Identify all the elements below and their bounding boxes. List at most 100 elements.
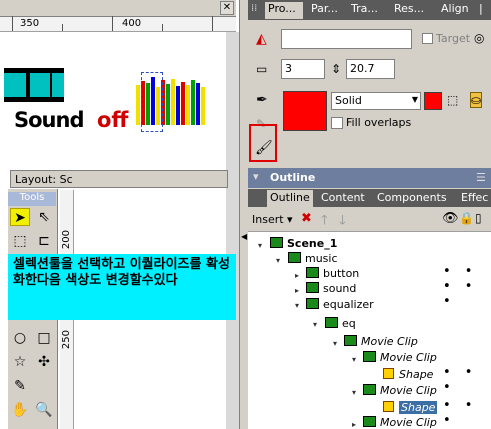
target-icon[interactable]: ◎	[474, 31, 484, 45]
tree-node-label: Movie Clip	[380, 416, 437, 429]
tab-effects[interactable]: Effec	[458, 190, 491, 207]
bucket-icon[interactable]: ⛀	[470, 92, 483, 108]
tab-components[interactable]: Components	[374, 190, 450, 207]
outline-toolbar: Insert ▾ ✖ 🡑 🡓 👁 🔒 ▯	[248, 208, 491, 232]
collapse-icon[interactable]: ▾	[313, 320, 317, 329]
tree-node-movieclip[interactable]: Movie Clip	[344, 335, 418, 348]
panel-divider[interactable]	[240, 0, 248, 429]
width-field[interactable]: 3	[281, 59, 325, 79]
width-icon: ▭	[256, 62, 268, 76]
tree-node-shape[interactable]: Shape	[383, 368, 433, 381]
fill-overlaps-label: Fill overlaps	[346, 116, 412, 129]
collapse-icon[interactable]: ▾	[295, 301, 299, 310]
tab-transform[interactable]: Tra...	[348, 2, 382, 19]
selection-tool-icon[interactable]: ➤	[10, 208, 30, 226]
tree-node-label: Shape	[399, 368, 434, 381]
properties-tabs: ⁞⁞ Pro... Par... Tra... Res... Align |	[248, 0, 491, 20]
tree-node-label: equalizer	[323, 298, 374, 311]
canvas-toolbar: ✕	[0, 0, 236, 17]
pen-icon[interactable]: ✒	[256, 92, 268, 108]
tree-node-label: Movie Clip	[380, 351, 437, 364]
tree-node-shape-selected[interactable]: Shape	[383, 401, 438, 414]
tree-node-label: Shape	[399, 401, 438, 414]
name-field[interactable]	[281, 29, 412, 49]
off-label: off	[97, 108, 129, 132]
collapse-icon[interactable]: ▾	[333, 339, 337, 348]
node-flags: • • •	[443, 398, 478, 428]
hand-tool-icon[interactable]: ✋	[10, 401, 30, 419]
close-icon[interactable]: ✕	[220, 1, 234, 15]
expand-icon[interactable]: ▸	[352, 420, 356, 429]
tab-content[interactable]: Content	[318, 190, 368, 207]
shape-icon: ◭	[256, 31, 267, 47]
tab-properties[interactable]: Pro...	[265, 2, 303, 19]
tree-node-label: button	[323, 267, 360, 280]
tree-node-equalizer[interactable]: equalizer	[306, 298, 374, 311]
expand-icon[interactable]: ▾	[253, 170, 259, 183]
layout-bar: Layout: Sc	[10, 170, 228, 188]
grip-icon: ⁞⁞	[251, 3, 258, 14]
move-up-icon[interactable]: 🡑	[321, 211, 328, 233]
collapse-icon[interactable]: ▾	[276, 256, 280, 265]
puzzle-tool-icon[interactable]: ✣	[34, 353, 54, 371]
rectangle-tool-icon[interactable]: □	[34, 329, 54, 347]
tab-outline[interactable]: Outline	[267, 190, 313, 207]
gradient-icon[interactable]: ⬚	[447, 93, 458, 107]
transform-tool-icon[interactable]: ⊏	[34, 232, 54, 250]
insert-button[interactable]: Insert ▾	[252, 213, 293, 226]
paint-bucket-icon[interactable]: 🖌	[255, 140, 273, 156]
star-tool-icon[interactable]: ☆	[10, 353, 30, 371]
fill-style-select[interactable]: Solid ▼	[331, 92, 421, 110]
tree-node-sound[interactable]: sound	[306, 282, 356, 295]
shape-icon	[383, 368, 394, 379]
marquee-tool-icon[interactable]: ⬚	[10, 232, 30, 250]
tree-node-label: sound	[323, 282, 357, 295]
fill-color-swatch[interactable]	[283, 91, 327, 131]
height-field[interactable]: 20.7	[346, 59, 395, 79]
eye-icon[interactable]: 👁	[442, 211, 459, 226]
expand-icon[interactable]: ▸	[295, 286, 299, 295]
tab-resources[interactable]: Res...	[391, 2, 429, 19]
expand-icon[interactable]: ▸	[295, 271, 299, 280]
delete-icon[interactable]: ✖	[301, 211, 312, 226]
tree-node-label: Scene_1	[287, 237, 338, 250]
shape-icon	[383, 401, 394, 412]
collapse-arrow-icon[interactable]: ◀	[241, 232, 247, 241]
tab-overflow[interactable]: |	[476, 2, 488, 19]
tree-node-scene[interactable]: Scene_1	[270, 237, 337, 250]
tree-node-music[interactable]: music	[288, 252, 338, 265]
color-swatch-button[interactable]	[424, 92, 442, 110]
tab-parameters[interactable]: Par...	[308, 2, 342, 19]
layer-icon	[306, 267, 319, 278]
tab-align[interactable]: Align	[438, 2, 474, 19]
pencil-tool-icon[interactable]: ✎	[10, 377, 30, 395]
node-flags: • • •	[443, 365, 478, 395]
outline-icon[interactable]: ▯	[475, 211, 482, 225]
tree-node-movieclip[interactable]: Movie Clip	[363, 351, 437, 364]
outline-header[interactable]: ▾ Outline ☰	[248, 168, 491, 188]
movieclip-icon	[344, 335, 357, 346]
zoom-tool-icon[interactable]: 🔍	[34, 401, 54, 419]
layer-icon	[288, 252, 301, 263]
lock-icon[interactable]: 🔒	[459, 211, 474, 225]
ellipse-tool-icon[interactable]: ○	[10, 329, 30, 347]
collapse-icon[interactable]: ▾	[352, 355, 356, 364]
collapse-icon[interactable]: ▾	[258, 241, 262, 250]
fill-overlaps-checkbox[interactable]	[331, 117, 343, 129]
vruler-label: 200	[61, 230, 72, 250]
tree-node-button[interactable]: button	[306, 267, 359, 280]
tree-node-movieclip[interactable]: Movie Clip	[363, 416, 437, 429]
move-down-icon[interactable]: 🡓	[339, 211, 346, 233]
tree-node-eq[interactable]: eq	[325, 317, 356, 330]
subselect-tool-icon[interactable]: ⇖	[34, 208, 54, 226]
tools-label: Tools	[8, 192, 56, 206]
tree-node-movieclip[interactable]: Movie Clip	[363, 384, 437, 397]
insert-label: Insert	[252, 213, 284, 226]
target-label: Target	[436, 32, 471, 45]
movieclip-icon	[363, 384, 376, 395]
collapse-icon[interactable]: ▾	[352, 388, 356, 397]
vertical-scrollbar[interactable]	[226, 32, 239, 429]
outline-title: Outline	[270, 171, 316, 184]
menu-icon[interactable]: ☰	[476, 171, 486, 184]
target-checkbox[interactable]	[422, 33, 433, 44]
